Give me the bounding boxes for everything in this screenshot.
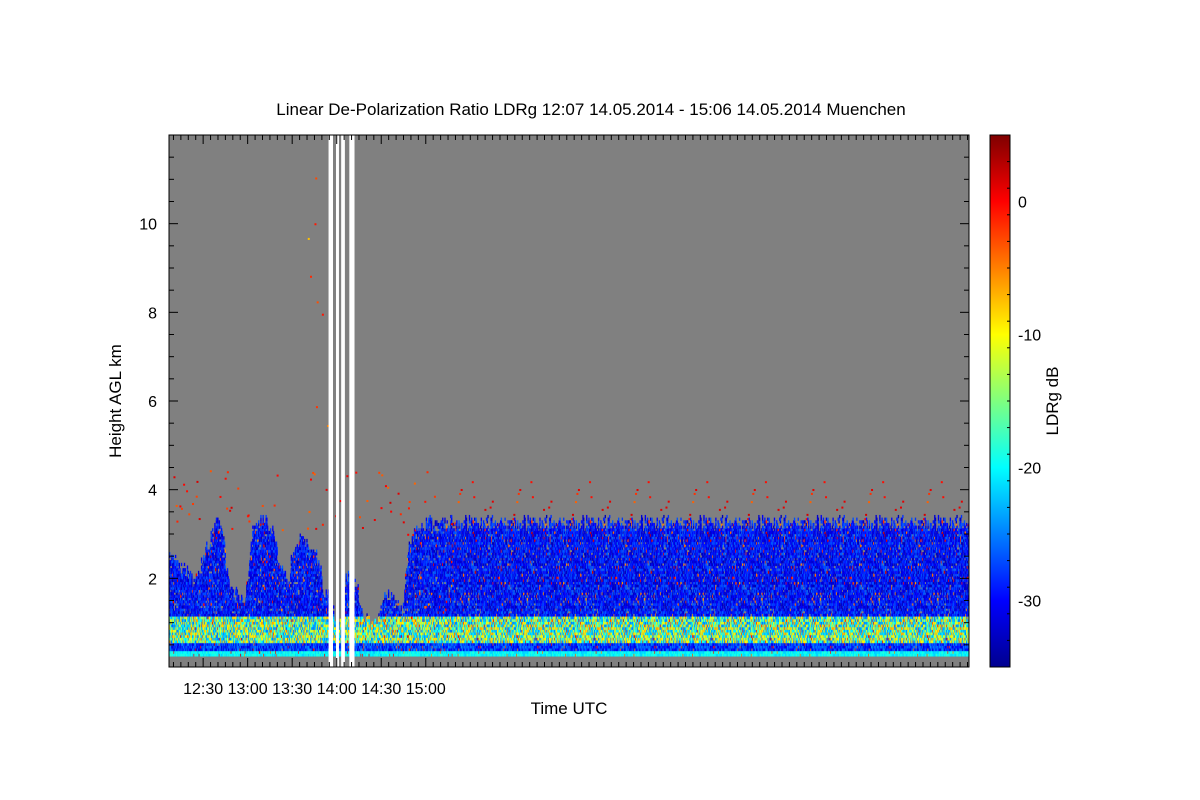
heatmap-cell	[276, 542, 277, 545]
heatmap-cell	[181, 508, 183, 510]
heatmap-cell	[227, 568, 228, 571]
heatmap-cell	[184, 595, 185, 598]
heatmap-cell	[277, 475, 279, 477]
heatmap-cell	[211, 531, 212, 534]
heatmap-cell	[173, 476, 175, 478]
heatmap-cell	[260, 515, 261, 518]
heatmap-cell	[219, 520, 220, 523]
heatmap-cell	[206, 542, 207, 545]
heatmap-cell	[238, 595, 239, 598]
heatmap-cell	[248, 520, 250, 522]
heatmap-cell	[196, 481, 198, 483]
heatmap-cell	[252, 526, 253, 529]
heatmap-cell	[225, 560, 226, 563]
heatmap-cell	[193, 579, 194, 582]
ldr-heatmap-chart: Linear De-Polarization Ratio LDRg 12:07 …	[0, 0, 1200, 800]
heatmap-cell	[280, 565, 281, 568]
heatmap-cell	[229, 510, 231, 512]
heatmap-cell	[222, 531, 223, 534]
heatmap-cell	[237, 488, 239, 490]
chart-title: Linear De-Polarization Ratio LDRg 12:07 …	[276, 100, 905, 119]
heatmap-cell	[263, 515, 264, 518]
heatmap-cell	[237, 589, 238, 592]
heatmap-cell	[175, 560, 176, 563]
heatmap-cell	[273, 531, 274, 534]
heatmap-cell	[176, 505, 178, 507]
heatmap-cell	[224, 542, 225, 545]
heatmap-cell	[183, 484, 185, 486]
heatmap-cell	[185, 568, 186, 571]
heatmap-cell	[242, 597, 243, 600]
heatmap-cell	[201, 558, 202, 561]
heatmap-cell	[266, 518, 267, 521]
heatmap-cell	[219, 496, 221, 498]
heatmap-cell	[199, 518, 201, 520]
heatmap-cell	[179, 563, 180, 566]
heatmap-cell	[196, 496, 198, 498]
heatmap-cell	[203, 555, 204, 558]
heatmap-cell	[225, 550, 226, 553]
heatmap-cell	[192, 503, 194, 505]
heatmap-cell	[248, 514, 250, 516]
heatmap-cell	[223, 536, 224, 539]
heatmap-cell	[274, 505, 276, 507]
heatmap-cell	[277, 560, 278, 563]
heatmap-cell	[176, 521, 178, 523]
heatmap-cell	[274, 536, 275, 539]
heatmap-cell	[217, 518, 218, 521]
heatmap-cell	[277, 547, 278, 550]
heatmap-cell	[179, 505, 181, 507]
heatmap-cell	[251, 542, 252, 545]
heatmap-cell	[228, 579, 229, 582]
heatmap-cell	[210, 470, 212, 472]
heatmap-cell	[177, 560, 178, 563]
plot-area	[169, 135, 970, 667]
heatmap-cell	[186, 490, 188, 492]
heatmap-cell	[225, 478, 227, 480]
heatmap-cell	[175, 555, 176, 558]
heatmap-cell	[190, 571, 191, 574]
heatmap-cell	[179, 568, 180, 571]
heatmap-cell	[188, 571, 189, 574]
heatmap-cell	[212, 528, 213, 531]
heatmap-cell	[196, 603, 197, 606]
heatmap-cell	[270, 528, 271, 531]
heatmap-cell	[188, 513, 190, 515]
heatmap-cell	[267, 526, 268, 529]
heatmap-cell	[242, 603, 243, 606]
heatmap-cell	[198, 571, 199, 574]
heatmap-cell	[187, 565, 188, 568]
heatmap-cell	[184, 563, 185, 566]
heatmap-cell	[212, 534, 213, 537]
heatmap-cell	[240, 600, 241, 603]
heatmap-cell	[231, 507, 233, 509]
heatmap-cell	[227, 471, 229, 473]
heatmap-cell	[181, 563, 182, 566]
heatmap-cell	[225, 565, 226, 568]
heatmap-cell	[258, 520, 259, 523]
heatmap-cell	[233, 589, 234, 592]
heatmap-cell	[254, 526, 255, 529]
heatmap-cell	[262, 505, 264, 507]
heatmap-cell	[272, 526, 273, 529]
heatmap-cell	[193, 584, 194, 587]
heatmap-cell	[191, 573, 192, 576]
heatmap-cell	[226, 508, 228, 510]
heatmap-cell	[231, 528, 233, 530]
